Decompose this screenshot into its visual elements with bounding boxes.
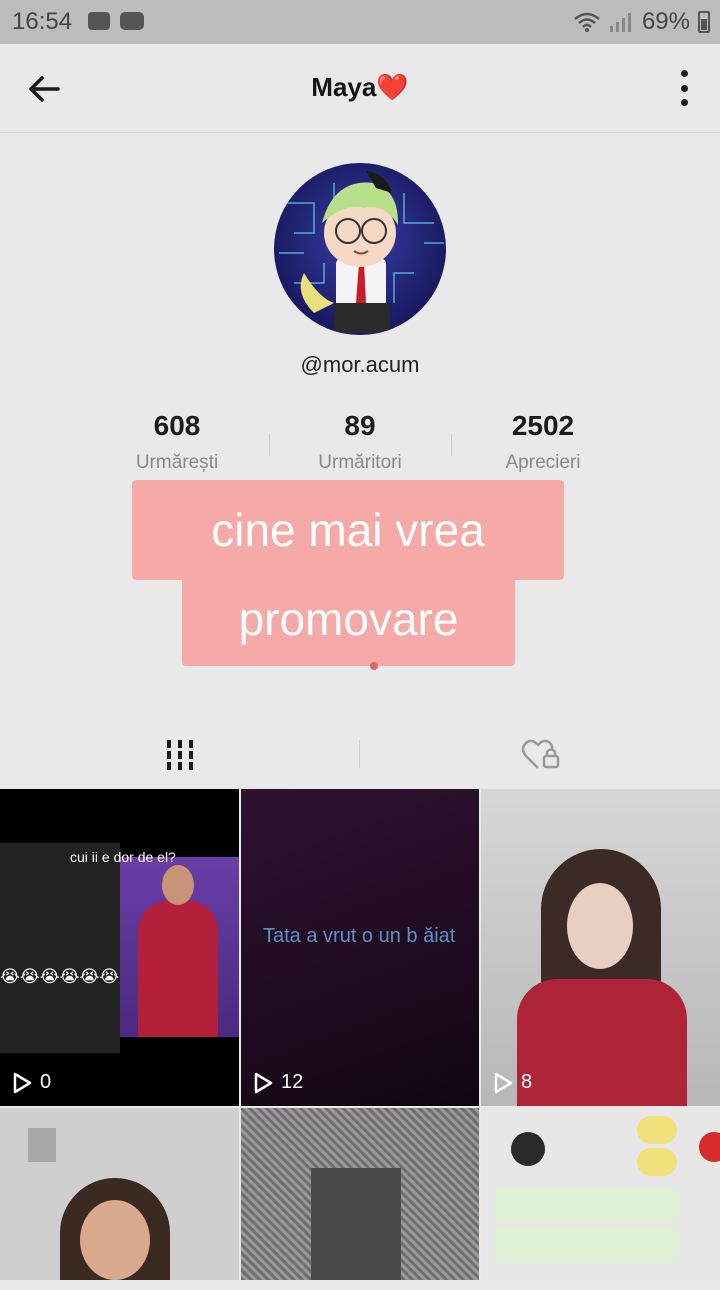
- video-grid: cui ii e dor de el? 😭😭😭😭😭😭 0 Tata a vrut…: [0, 789, 720, 1280]
- video-thumbnail[interactable]: Tata a vrut o un b ăiat 12: [241, 789, 479, 1106]
- person-face: [80, 1200, 150, 1280]
- person-sweater: [517, 979, 687, 1106]
- avatar-illustration: [279, 171, 444, 333]
- overlay-caption-line2: promovare: [182, 580, 515, 666]
- thumbnail-object: [511, 1132, 545, 1166]
- wall-frame: [28, 1128, 56, 1162]
- thumbnail-panel: [0, 843, 120, 1053]
- stat-followers[interactable]: 89 Urmăritori: [268, 410, 452, 474]
- play-icon: [254, 1072, 273, 1093]
- stat-following[interactable]: 608 Urmărești: [85, 410, 269, 474]
- voice-message: [495, 1228, 679, 1262]
- profile-header: Maya❤️: [0, 44, 720, 133]
- video-caption: Tata a vrut o un b ăiat: [263, 925, 456, 947]
- video-thumbnail[interactable]: [481, 1108, 720, 1280]
- dot-indicator: [370, 662, 378, 670]
- stat-followers-value: 89: [344, 410, 376, 441]
- battery-icon: [698, 11, 710, 33]
- view-count: 0: [12, 1071, 51, 1094]
- emoji-bubble: [637, 1148, 677, 1176]
- stat-following-value: 608: [153, 410, 201, 441]
- more-vertical-icon[interactable]: [678, 70, 690, 106]
- app-badge: [699, 1132, 720, 1162]
- stat-likes[interactable]: 2502 Aprecieri: [451, 410, 635, 474]
- stat-followers-label: Urmăritori: [318, 452, 402, 473]
- avatar[interactable]: [274, 163, 446, 335]
- overlay-caption-line1: cine mai vrea: [132, 480, 564, 580]
- username: @mor.acum: [300, 352, 420, 377]
- voice-message: [495, 1188, 679, 1222]
- tab-divider: [359, 740, 360, 768]
- youtube-icon: [120, 12, 144, 30]
- status-icons-left: [88, 10, 144, 1055]
- status-bar: 16:54 69%: [0, 0, 720, 1055]
- view-count-value: 0: [40, 1071, 52, 1093]
- profile-tabs: [0, 720, 720, 788]
- video-thumbnail[interactable]: [0, 1108, 239, 1280]
- person-head: [162, 865, 194, 905]
- view-count-value: 12: [281, 1071, 304, 1093]
- play-icon: [494, 1072, 513, 1093]
- view-count: 8: [493, 1071, 532, 1094]
- grid-icon[interactable]: [150, 730, 210, 780]
- video-caption: cui ii e dor de el?: [70, 849, 176, 865]
- video-thumbnail[interactable]: cui ii e dor de el? 😭😭😭😭😭😭 0: [0, 789, 239, 1106]
- page-title: Maya❤️: [311, 72, 409, 102]
- wifi-icon: [574, 12, 600, 32]
- person-face: [567, 883, 633, 969]
- signal-icon: [609, 13, 631, 32]
- status-time: 16:54: [12, 8, 73, 35]
- video-emoji: 😭😭😭😭😭😭: [0, 967, 120, 986]
- emoji-bubble: [637, 1116, 677, 1144]
- photo-icon: [88, 12, 110, 30]
- view-count: 12: [253, 1071, 303, 1094]
- thumbnail-photo: [120, 857, 239, 1037]
- profile-stats: 608 Urmărești 89 Urmăritori 2502 Aprecie…: [85, 410, 635, 480]
- stat-following-label: Urmărești: [135, 452, 219, 473]
- view-count-value: 8: [521, 1071, 533, 1093]
- thumbnail-shape: [311, 1168, 401, 1280]
- battery-percent: 69%: [641, 8, 690, 35]
- stat-likes-label: Aprecieri: [505, 452, 581, 473]
- heart-lock-icon[interactable]: [510, 730, 570, 780]
- person-figure: [138, 901, 218, 1037]
- video-thumbnail[interactable]: 8: [481, 789, 720, 1106]
- status-right: 69%: [574, 8, 710, 36]
- play-icon: [13, 1072, 32, 1093]
- stat-likes-value: 2502: [511, 410, 575, 441]
- video-thumbnail[interactable]: [241, 1108, 479, 1280]
